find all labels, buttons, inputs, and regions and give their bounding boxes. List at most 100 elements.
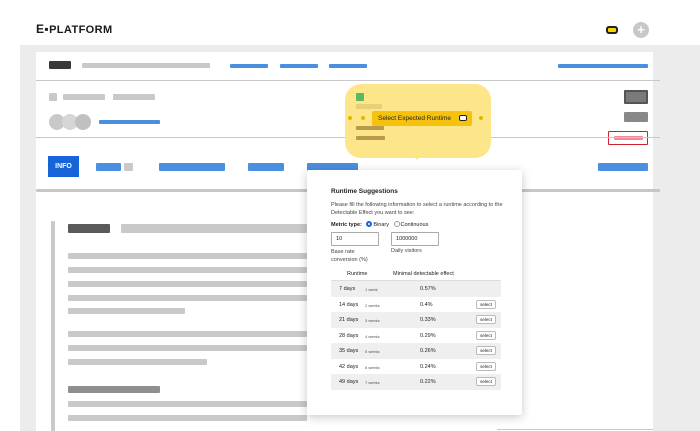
placeholder-title-block — [49, 61, 71, 69]
placeholder-line — [68, 415, 307, 421]
radio-binary-label: Binary — [373, 222, 389, 228]
runtime-days: 14 days — [339, 301, 359, 308]
detectable-effect: 0.22% — [420, 379, 436, 385]
runtime-weeks: 5 weeks — [365, 349, 380, 354]
tab-info[interactable]: INFO — [48, 156, 79, 177]
table-row: 35 days 5 weeks 0.26% select — [331, 343, 501, 359]
popover-description: Please fill the following information to… — [331, 202, 503, 216]
brand-logo: E▪PLATFORM — [36, 22, 113, 36]
callout-dot — [479, 116, 483, 120]
detectable-effect: 0.57% — [420, 286, 436, 292]
placeholder-heading-text — [121, 224, 307, 233]
runtime-suggestions-popover: Runtime Suggestions Please fill the foll… — [307, 170, 522, 415]
left-rail — [51, 221, 55, 431]
table-row: 7 days 1 week 0.57% — [331, 281, 501, 297]
add-button[interactable]: + — [633, 22, 649, 38]
runtime-weeks: 1 week — [365, 287, 378, 292]
detectable-effect: 0.4% — [420, 301, 433, 308]
placeholder-line — [68, 308, 185, 314]
runtime-days: 21 days — [339, 317, 359, 323]
select-button[interactable]: select — [476, 377, 496, 386]
tab-item[interactable] — [124, 163, 133, 171]
select-expected-runtime-button[interactable]: Select Expected Runtime — [372, 111, 472, 126]
runtime-weeks: 2 weeks — [365, 302, 380, 308]
callout-placeholder — [356, 136, 385, 140]
divider — [497, 429, 653, 430]
placeholder-line — [68, 295, 307, 301]
status-icon — [356, 93, 364, 101]
tab-item[interactable] — [598, 163, 648, 171]
placeholder-line — [68, 281, 307, 287]
placeholder-text — [113, 94, 155, 100]
placeholder-line — [68, 345, 307, 351]
select-button[interactable]: select — [476, 330, 496, 340]
runtime-weeks: 7 weeks — [365, 380, 380, 385]
radio-continuous-label: Continuous — [400, 222, 429, 228]
radio-continuous[interactable] — [393, 221, 400, 227]
select-button[interactable]: select — [476, 315, 496, 324]
placeholder-link[interactable] — [99, 120, 160, 124]
runtime-days: 35 days — [339, 348, 359, 354]
runtime-weeks: 3 weeks — [365, 318, 380, 323]
placeholder-line — [68, 253, 307, 259]
divider — [36, 80, 660, 81]
table-header: Runtime Minimal detectable effect — [331, 269, 501, 281]
daily-visitors-input[interactable]: 1000000 — [391, 232, 439, 246]
avatar — [75, 114, 91, 130]
table-row: 21 days 3 weeks 0.33% select — [331, 312, 501, 328]
callout-dot — [361, 116, 365, 120]
select-button[interactable]: select — [476, 361, 496, 371]
callout-tail — [399, 140, 435, 160]
runtime-days: 42 days — [339, 363, 359, 370]
runtime-table: Runtime Minimal detectable effect 7 days… — [331, 269, 501, 390]
callout-placeholder — [356, 104, 382, 109]
runtime-weeks: 4 weeks — [365, 333, 380, 339]
detectable-effect: 0.29% — [420, 332, 436, 339]
runtime-days: 49 days — [339, 379, 359, 385]
detectable-effect: 0.26% — [420, 348, 436, 354]
detectable-effect: 0.24% — [420, 363, 436, 370]
runtime-days: 7 days — [339, 286, 356, 292]
base-rate-label: Base rate conversion (%) — [331, 249, 368, 263]
callout-dot — [348, 116, 352, 120]
table-row: 42 days 6 weeks 0.24% select — [331, 359, 501, 375]
nav-link-3[interactable] — [329, 64, 367, 68]
placeholder-line — [68, 267, 307, 273]
placeholder-line — [68, 331, 307, 337]
brand-mark: E▪ — [36, 22, 50, 36]
metric-type-label: Metric type: — [331, 222, 362, 228]
select-button[interactable]: select — [476, 346, 496, 355]
tab-item[interactable] — [159, 163, 225, 171]
header-badge-icon[interactable] — [606, 26, 618, 34]
popover-title: Runtime Suggestions — [331, 188, 398, 195]
placeholder-icon — [49, 93, 57, 101]
radio-binary[interactable] — [366, 221, 373, 227]
table-row: 14 days 2 weeks 0.4% select — [331, 297, 501, 313]
nav-link-1[interactable] — [230, 64, 268, 68]
tab-item[interactable] — [96, 163, 121, 171]
runtime-weeks: 6 weeks — [365, 364, 380, 370]
select-expected-runtime-label: Select Expected Runtime — [378, 115, 451, 122]
column-effect: Minimal detectable effect — [393, 271, 454, 277]
table-row: 28 days 4 weeks 0.29% select — [331, 328, 501, 344]
placeholder-subheading — [68, 386, 160, 393]
placeholder-title-text — [82, 63, 210, 68]
column-runtime: Runtime — [347, 271, 368, 277]
callout-placeholder — [356, 126, 384, 130]
tab-item[interactable] — [248, 163, 284, 171]
action-button[interactable] — [624, 112, 648, 122]
table-row: 49 days 7 weeks 0.22% select — [331, 374, 501, 390]
nav-link-2[interactable] — [280, 64, 318, 68]
nav-link-right[interactable] — [558, 64, 648, 68]
select-button[interactable]: select — [476, 299, 496, 309]
action-button[interactable] — [624, 90, 648, 104]
placeholder-line — [68, 359, 207, 365]
base-rate-input[interactable]: 10 — [331, 232, 379, 246]
daily-visitors-label: Daily visitors — [391, 248, 422, 254]
runtime-days: 28 days — [339, 332, 359, 339]
detectable-effect: 0.33% — [420, 317, 436, 323]
brand-name: PLATFORM — [49, 24, 113, 36]
placeholder-line — [68, 401, 307, 407]
placeholder-text — [63, 94, 105, 100]
calendar-icon — [459, 115, 467, 121]
